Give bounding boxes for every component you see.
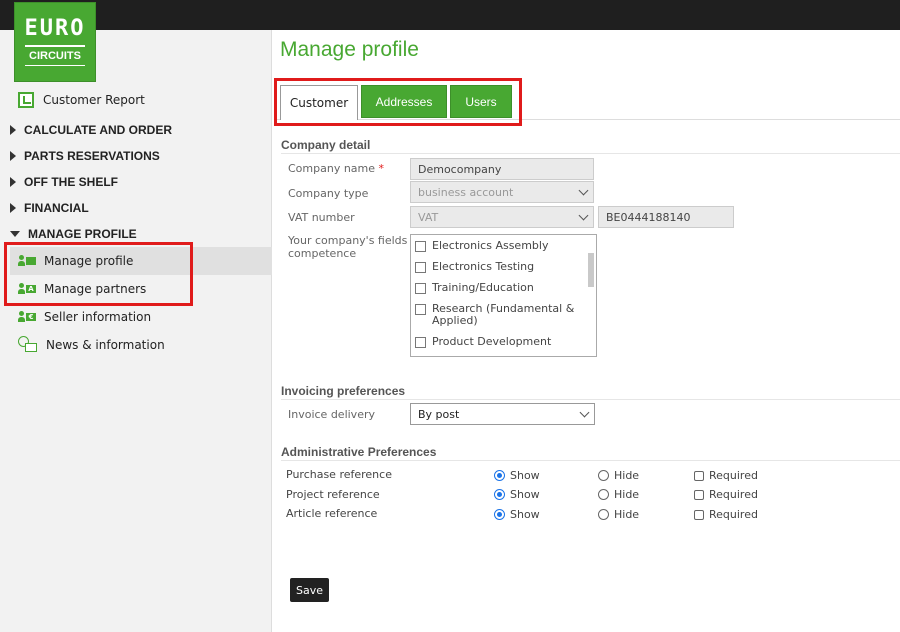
section-divider <box>281 460 900 461</box>
company-type-label: Company type <box>288 187 369 200</box>
menu-off-the-shelf[interactable]: OFF THE SHELF <box>10 175 118 189</box>
section-divider <box>281 399 900 400</box>
checkbox[interactable] <box>415 337 426 348</box>
menu-parts-reservations[interactable]: PARTS RESERVATIONS <box>10 149 160 163</box>
sidebar-item-customer-report[interactable]: Customer Report <box>18 92 145 108</box>
menu-calculate-and-order[interactable]: CALCULATE AND ORDER <box>10 123 172 137</box>
article-required-checkbox[interactable]: Required <box>694 508 758 521</box>
tabs-highlight-box <box>274 78 522 126</box>
menu-financial[interactable]: FINANCIAL <box>10 201 89 215</box>
scrollbar-thumb[interactable] <box>588 253 594 287</box>
company-name-label: Company name * <box>288 162 385 175</box>
section-invoicing-preferences: Invoicing preferences <box>281 384 406 398</box>
menu-manage-profile[interactable]: MANAGE PROFILE <box>10 227 137 241</box>
fields-of-competence-list[interactable]: Electronics Assembly Electronics Testing… <box>410 234 597 357</box>
project-show-radio[interactable]: Show <box>494 488 540 501</box>
page-title: Manage profile <box>280 38 419 61</box>
project-reference-label: Project reference <box>286 488 380 501</box>
list-item[interactable]: Research (Fundamental & Applied) <box>415 303 574 327</box>
vat-number-label: VAT number <box>288 211 355 224</box>
sidebar-item-seller-information[interactable]: € Seller information <box>10 303 272 331</box>
invoice-delivery-label: Invoice delivery <box>288 408 375 421</box>
euro-circuits-logo[interactable]: EURO CIRCUITS <box>14 2 96 82</box>
globe-envelope-icon <box>18 336 38 354</box>
purchase-required-checkbox[interactable]: Required <box>694 469 758 482</box>
fields-of-competence-label: Your company's fields of competence <box>288 234 422 260</box>
user-euro-icon: € <box>18 311 36 323</box>
purchase-show-radio[interactable]: Show <box>494 469 540 482</box>
caret-down-icon <box>10 231 20 237</box>
sidebar-item-news-information[interactable]: News & information <box>10 331 272 359</box>
chevron-down-icon <box>578 210 589 220</box>
checkbox[interactable] <box>415 283 426 294</box>
sidebar-item-label: Customer Report <box>43 93 145 107</box>
section-company-detail: Company detail <box>281 138 371 152</box>
sidebar-highlight-box <box>4 242 193 306</box>
invoice-delivery-select[interactable]: By post <box>410 403 595 425</box>
vat-type-select[interactable]: VAT <box>410 206 594 228</box>
sidebar: EURO CIRCUITS Customer Report CALCULATE … <box>0 2 272 632</box>
checkbox[interactable] <box>415 304 426 315</box>
list-item[interactable]: Product Development <box>415 336 551 348</box>
company-type-select[interactable]: business account <box>410 181 594 203</box>
list-item[interactable]: Electronics Testing <box>415 261 534 273</box>
caret-right-icon <box>10 203 16 213</box>
save-button[interactable]: Save <box>290 578 329 602</box>
caret-right-icon <box>10 151 16 161</box>
section-administrative-preferences: Administrative Preferences <box>281 445 437 459</box>
company-name-field[interactable]: Democompany <box>410 158 594 180</box>
section-divider <box>281 153 900 154</box>
vat-number-field[interactable]: BE0444188140 <box>598 206 734 228</box>
checkbox[interactable] <box>415 262 426 273</box>
project-required-checkbox[interactable]: Required <box>694 488 758 501</box>
purchase-reference-label: Purchase reference <box>286 468 392 481</box>
report-icon <box>18 92 34 108</box>
list-item[interactable]: Electronics Assembly <box>415 240 548 252</box>
project-hide-radio[interactable]: Hide <box>598 488 639 501</box>
chevron-down-icon <box>579 407 590 417</box>
article-show-radio[interactable]: Show <box>494 508 540 521</box>
article-reference-label: Article reference <box>286 507 378 520</box>
chevron-down-icon <box>578 185 589 195</box>
caret-right-icon <box>10 177 16 187</box>
caret-right-icon <box>10 125 16 135</box>
article-hide-radio[interactable]: Hide <box>598 508 639 521</box>
list-item[interactable]: Training/Education <box>415 282 534 294</box>
top-bar <box>0 0 900 30</box>
purchase-hide-radio[interactable]: Hide <box>598 469 639 482</box>
checkbox[interactable] <box>415 241 426 252</box>
